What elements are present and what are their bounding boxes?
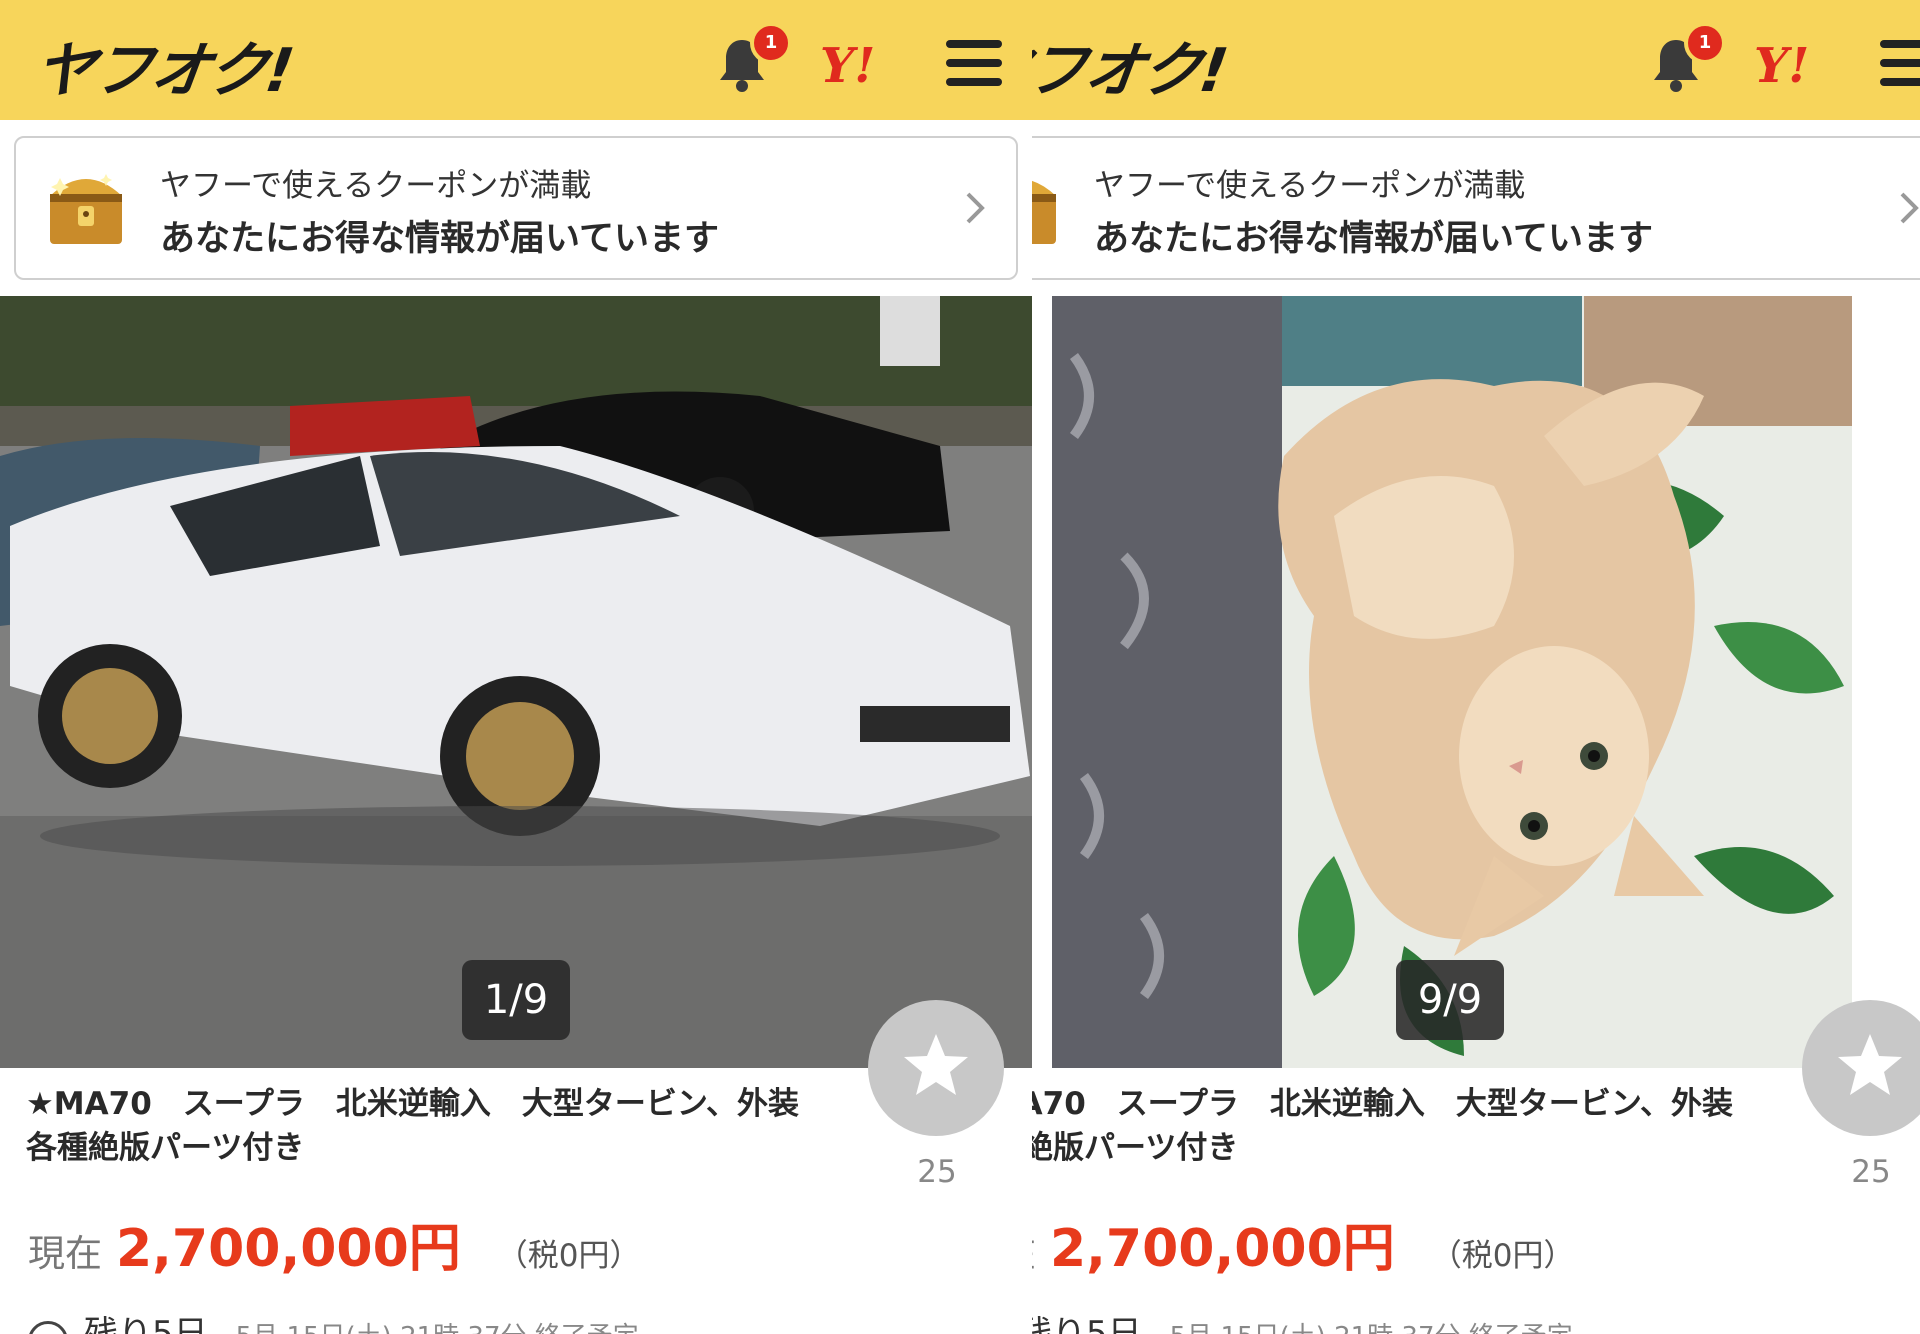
star-icon (1838, 1034, 1902, 1095)
treasure-chest-icon (46, 166, 126, 248)
yafuoku-logo[interactable]: ヤフオク! (30, 22, 298, 109)
coupon-title: あなたにお得な情報が届いています (160, 219, 719, 259)
screenshot-left: ヤフオク! 1 Y! ヤフーで使えるクーポンが満載 あなたにお得な情報が届いてい… (0, 0, 1032, 1334)
remaining-time: 残り5日 (84, 1314, 208, 1334)
chevron-right-icon (1900, 192, 1919, 224)
tax-amount: （税0円） (496, 1238, 641, 1274)
watch-star-button[interactable] (1802, 1000, 1920, 1136)
remaining-time-row: 残り5日 5月 15日(土) 21時 37分 終了予定 (1032, 1306, 1573, 1334)
chevron-right-icon (966, 192, 985, 224)
star-icon (904, 1034, 968, 1095)
price-label: 現在 (1032, 1232, 1036, 1275)
end-time: 5月 15日(土) 21時 37分 終了予定 (236, 1322, 639, 1334)
yafuoku-logo[interactable]: ヤフオク! (1032, 22, 1232, 109)
listing-title: ★MA70 スープラ 北米逆輸入 大型タービン、外装各種絶版パーツ付き (26, 1086, 800, 1166)
coupon-title: あなたにお得な情報が届いています (1094, 219, 1653, 259)
price-label: 現在 (28, 1232, 102, 1275)
watch-count: 25 (917, 1154, 957, 1190)
notification-badge: 1 (750, 22, 792, 64)
tax-amount: （税0円） (1430, 1238, 1575, 1274)
listing-title: ★MA70 スープラ 北米逆輸入 大型タービン、外装各種絶版パーツ付き (1032, 1086, 1734, 1166)
current-price: 2,700,000円 (116, 1219, 461, 1279)
side-by-side-screenshots: ヤフオク! 1 Y! ヤフーで使えるクーポンが満載 あなたにお得な情報が届いてい… (0, 0, 1920, 1334)
screenshot-right: ヤフオク! 1 Y! ヤフーで使えるクーポンが満載 あなたにお得な情報が届いてい… (1032, 0, 1920, 1334)
listing-photo-car[interactable] (0, 296, 1032, 1068)
current-price: 2,700,000円 (1050, 1219, 1395, 1279)
coupon-subtitle: ヤフーで使えるクーポンが満載 (1094, 168, 1526, 204)
hamburger-menu-icon[interactable] (946, 40, 1002, 86)
yahoo-icon[interactable]: Y! (1754, 38, 1809, 94)
watch-count: 25 (1851, 1154, 1891, 1190)
listing-photo-cat[interactable] (1032, 296, 1920, 1068)
price-row: 現在 2,700,000円 （税0円） (28, 1206, 641, 1281)
image-counter: 9/9 (1396, 960, 1504, 1040)
end-time: 5月 15日(土) 21時 37分 終了予定 (1170, 1322, 1573, 1334)
yahoo-icon[interactable]: Y! (820, 38, 875, 94)
app-header: ヤフオク! 1 Y! (0, 0, 1032, 120)
notification-bell-icon[interactable]: 1 (1646, 22, 1726, 94)
treasure-chest-icon (1032, 166, 1060, 248)
notification-badge: 1 (1684, 22, 1726, 64)
image-counter: 1/9 (462, 960, 570, 1040)
watch-star-button[interactable] (868, 1000, 1004, 1136)
clock-icon (28, 1320, 68, 1334)
notification-bell-icon[interactable]: 1 (712, 22, 792, 94)
coupon-banner[interactable]: ヤフーで使えるクーポンが満載 あなたにお得な情報が届いています (14, 136, 1018, 280)
coupon-banner[interactable]: ヤフーで使えるクーポンが満載 あなたにお得な情報が届いています (1032, 136, 1920, 280)
remaining-time-row: 残り5日 5月 15日(土) 21時 37分 終了予定 (28, 1306, 639, 1334)
price-row: 現在 2,700,000円 （税0円） (1032, 1206, 1575, 1281)
app-header: ヤフオク! 1 Y! (1032, 0, 1920, 120)
coupon-subtitle: ヤフーで使えるクーポンが満載 (160, 168, 592, 204)
hamburger-menu-icon[interactable] (1880, 40, 1920, 86)
remaining-time: 残り5日 (1032, 1314, 1142, 1334)
